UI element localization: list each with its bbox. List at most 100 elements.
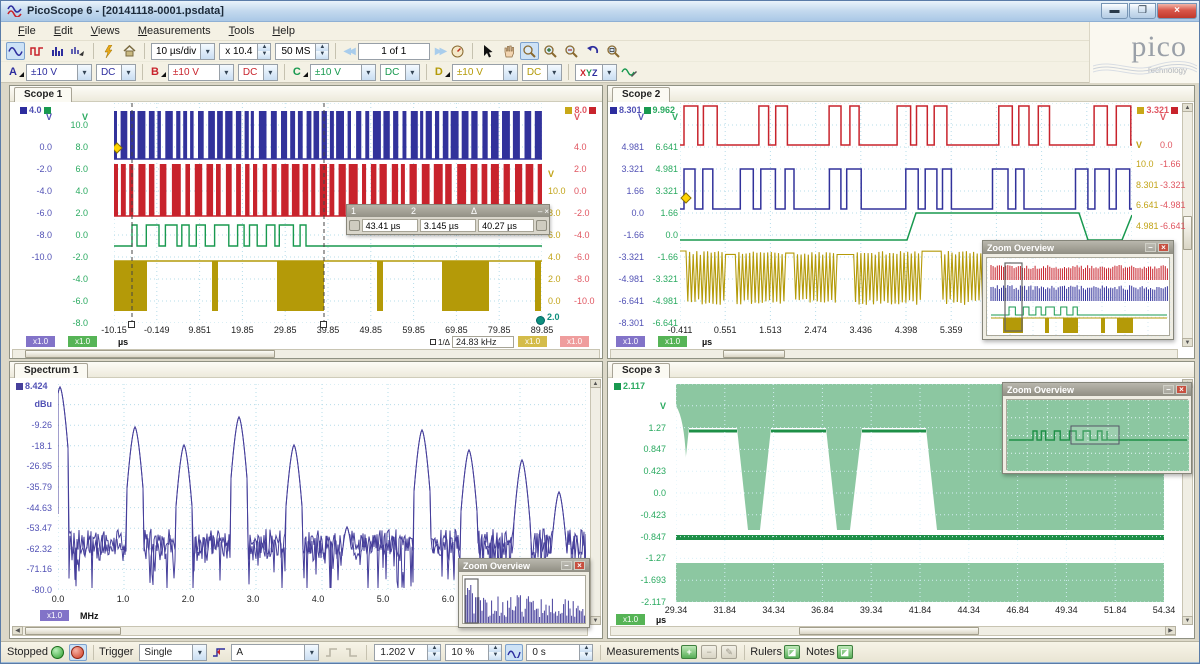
next-waveform-button[interactable]: ▶▶ (432, 46, 447, 57)
rising-edge-button[interactable] (322, 644, 340, 661)
menu-item-help[interactable]: Help (263, 23, 304, 39)
menu-item-measurements[interactable]: Measurements (129, 23, 220, 39)
axis-scale-badge[interactable]: x1.0 (40, 610, 69, 621)
probe-settings-button[interactable]: XYZ ▾ (575, 64, 617, 81)
trigger-level-stepper[interactable]: 1.202 V ▲▼ (374, 644, 441, 661)
stop-capture-button[interactable] (69, 644, 87, 661)
trigger-source-select[interactable]: A▾ (231, 644, 319, 661)
trigger-mode-select[interactable]: Single▾ (139, 644, 207, 661)
review-buffer-button[interactable] (448, 42, 467, 60)
start-capture-button[interactable] (49, 644, 67, 661)
advanced-trigger-button[interactable] (210, 644, 228, 661)
menu-item-edit[interactable]: Edit (45, 23, 82, 39)
spin-up-icon[interactable]: ▲ (258, 44, 270, 52)
remove-measurement-button[interactable]: − (701, 645, 717, 659)
minimize-button[interactable]: ▬ (1101, 3, 1128, 19)
scroll-down-arrow[interactable]: ▼ (1182, 616, 1193, 625)
tab-scope3[interactable]: Scope 3 (612, 363, 670, 378)
spin-down-icon[interactable]: ▼ (258, 51, 270, 59)
edit-measurement-button[interactable]: ✎ (721, 645, 737, 659)
axis-scale-badge[interactable]: x1.0 (26, 336, 55, 347)
scroll-down-arrow[interactable]: ▼ (590, 616, 601, 625)
close-icon[interactable]: × (574, 561, 585, 570)
spectrum1-v-scrollbar[interactable]: ▲ ▼ (590, 379, 601, 625)
axis-scale-badge[interactable]: x1.0 (616, 614, 645, 625)
minimize-icon[interactable]: – (1163, 385, 1174, 394)
minimize-icon[interactable]: – (538, 207, 542, 216)
prev-waveform-button[interactable]: ◀◀ (340, 46, 355, 57)
zoom-overview-mini-plot[interactable] (987, 258, 1171, 337)
zoom-overview-titlebar[interactable]: Zoom Overview –× (459, 559, 589, 572)
channel-b-label[interactable]: B (151, 66, 166, 78)
undo-zoom-tool[interactable] (583, 42, 602, 60)
channel-d-label[interactable]: D (435, 66, 450, 78)
close-icon[interactable]: × (1158, 243, 1169, 252)
home-button[interactable] (120, 42, 139, 60)
channel-c-label[interactable]: C (293, 66, 308, 78)
channel-c-range-select[interactable]: ±10 V▾ (310, 64, 376, 81)
scroll-up-arrow[interactable]: ▲ (590, 379, 601, 388)
tab-scope1[interactable]: Scope 1 (14, 87, 72, 102)
scroll-left-arrow[interactable]: ◀ (12, 626, 23, 635)
close-icon[interactable]: × (1176, 385, 1187, 394)
minimize-icon[interactable]: – (561, 561, 572, 570)
channel-c-coupling-select[interactable]: DC▾ (380, 64, 420, 81)
scope1-h-scrollbar[interactable] (12, 349, 600, 359)
spin-up-icon[interactable]: ▲ (580, 645, 592, 653)
trigger-timing-button[interactable] (505, 644, 523, 661)
close-icon[interactable]: × (544, 207, 549, 216)
scrollbar-thumb[interactable] (799, 627, 979, 635)
spin-down-icon[interactable]: ▼ (580, 652, 592, 660)
channel-d-range-select[interactable]: ±10 V▾ (452, 64, 518, 81)
scope3-zoom-overview-window[interactable]: Zoom Overview –× (1002, 382, 1192, 474)
zoom-out-tool[interactable] (562, 42, 581, 60)
axis-scale-badge[interactable]: x1.0 (658, 336, 687, 347)
close-button[interactable]: × (1157, 3, 1197, 19)
normal-selection-tool[interactable] (478, 42, 497, 60)
menu-item-file[interactable]: File (9, 23, 45, 39)
menu-item-tools[interactable]: Tools (220, 23, 264, 39)
marquee-zoom-tool[interactable] (520, 42, 539, 60)
spectrum1-zoom-overview-window[interactable]: Zoom Overview –× (458, 558, 590, 628)
scope-view-button[interactable] (6, 42, 25, 60)
time-ruler-handle[interactable] (320, 321, 327, 328)
axis-scale-badge[interactable]: x1.0 (68, 336, 97, 347)
falling-edge-button[interactable] (342, 644, 360, 661)
channel-d-coupling-select[interactable]: DC▾ (522, 64, 562, 81)
zoom-in-tool[interactable] (541, 42, 560, 60)
scope3-h-scrollbar[interactable]: ▶ (610, 626, 1176, 636)
notes-button[interactable]: ◪ (837, 645, 853, 659)
spin-up-icon[interactable]: ▲ (316, 44, 328, 52)
persistence-view-button[interactable] (69, 42, 88, 60)
zoom-overview-titlebar[interactable]: Zoom Overview –× (983, 241, 1173, 254)
trigger-delay-stepper[interactable]: 0 s ▲▼ (526, 644, 593, 661)
menu-item-views[interactable]: Views (82, 23, 129, 39)
zoom-overview-titlebar[interactable]: Zoom Overview –× (1003, 383, 1191, 396)
spin-up-icon[interactable]: ▲ (489, 645, 501, 653)
pretrigger-stepper[interactable]: 10 % ▲▼ (445, 644, 502, 661)
zoom-factor-stepper[interactable]: x 10.4 ▲▼ (219, 43, 271, 60)
hand-tool[interactable] (499, 42, 518, 60)
minimize-icon[interactable]: – (1145, 243, 1156, 252)
scope2-zoom-overview-window[interactable]: Zoom Overview –× (982, 240, 1174, 340)
spin-down-icon[interactable]: ▼ (316, 51, 328, 59)
tab-scope2[interactable]: Scope 2 (612, 87, 670, 102)
channel-marker-dot[interactable] (536, 316, 545, 325)
channel-a-coupling-select[interactable]: DC▾ (96, 64, 136, 81)
tab-spectrum1[interactable]: Spectrum 1 (14, 363, 88, 378)
scope1-ruler-legend[interactable]: 1 2 Δ – × 43.41 µs 3.145 µs 40.27 µs (346, 204, 550, 235)
spin-up-icon[interactable]: ▲ (428, 645, 440, 653)
signal-generator-button[interactable] (99, 42, 118, 60)
math-channels-button[interactable] (620, 63, 639, 81)
timebase-select[interactable]: 10 µs/div ▾ (151, 43, 215, 60)
samples-stepper[interactable]: 50 MS ▲▼ (275, 43, 329, 60)
scrollbar-thumb[interactable] (723, 350, 785, 358)
add-measurement-button[interactable]: + (681, 645, 697, 659)
axis-scale-badge[interactable]: x1.0 (616, 336, 645, 347)
scroll-down-arrow[interactable]: ▼ (1182, 338, 1193, 347)
square-view-button[interactable] (27, 42, 46, 60)
time-ruler-handle[interactable] (128, 321, 135, 328)
channel-a-label[interactable]: A (9, 66, 24, 78)
spin-down-icon[interactable]: ▼ (489, 652, 501, 660)
axis-scale-badge[interactable]: x1.0 (560, 336, 589, 347)
